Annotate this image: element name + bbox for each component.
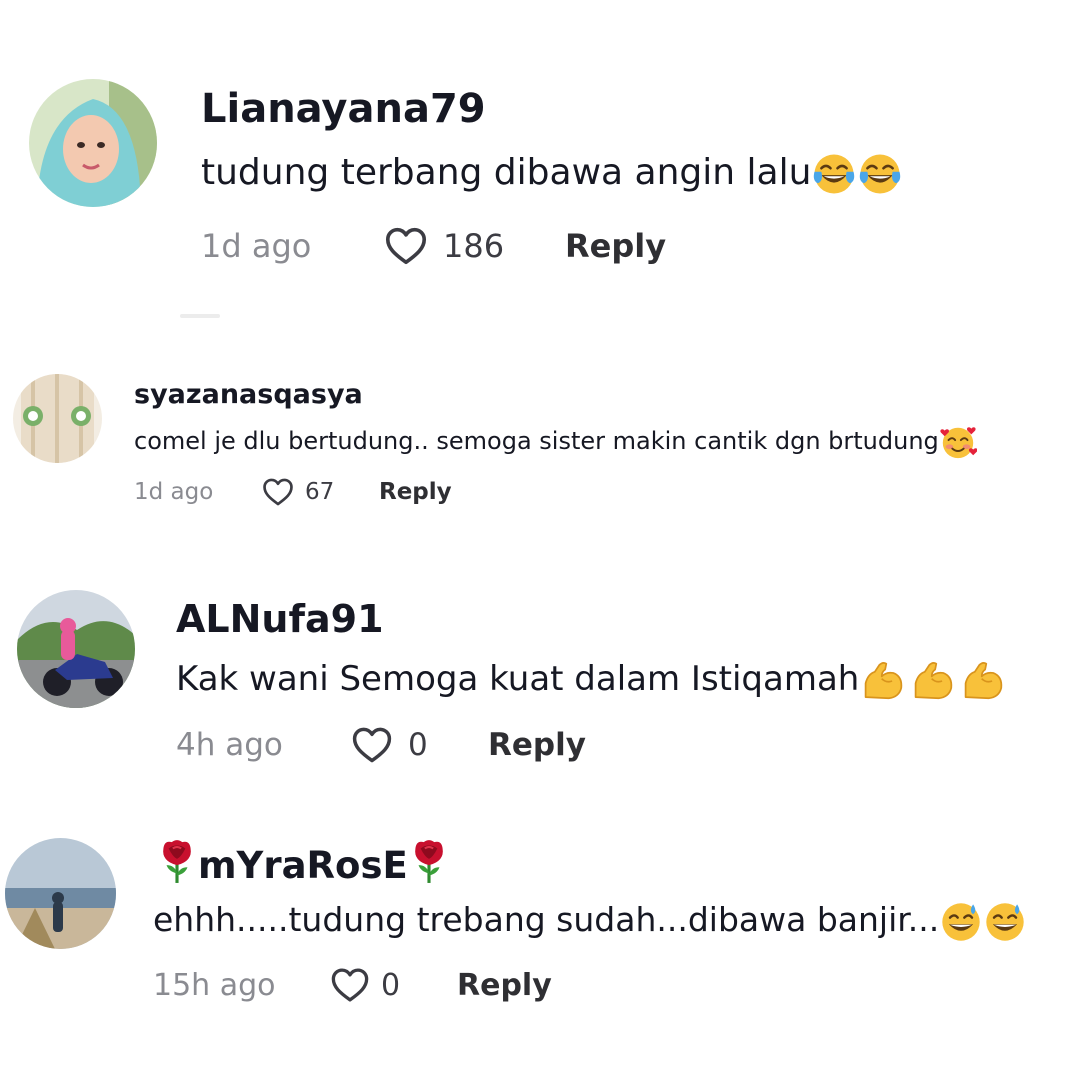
comment-body: tudung terbang dibawa angin lalu: [201, 152, 812, 193]
username[interactable]: mYraRosE: [156, 838, 450, 897]
avatar[interactable]: [13, 374, 102, 463]
comment-text: ehhh.....tudung trebang sudah...dibawa b…: [153, 897, 1027, 944]
rose-icon: [408, 838, 450, 897]
timestamp: 4h ago: [176, 727, 283, 763]
like-button[interactable]: 186: [383, 223, 565, 269]
username[interactable]: ALNufa91: [176, 596, 384, 642]
comment-meta: 1d ago 67 Reply: [134, 474, 452, 510]
avatar[interactable]: [5, 838, 116, 949]
avatar[interactable]: [17, 590, 135, 708]
tears-of-joy-icon: [811, 151, 857, 197]
flexed-biceps-icon: [959, 658, 1009, 704]
username[interactable]: Lianayana79: [201, 85, 486, 133]
tears-of-joy-icon: [857, 151, 903, 197]
comment-text: Kak wani Semoga kuat dalam Istiqamah: [176, 656, 1009, 704]
comment-meta: 1d ago 186 Reply: [201, 222, 666, 270]
comment-meta: 15h ago 0 Reply: [153, 962, 552, 1008]
timestamp: 1d ago: [201, 227, 312, 265]
flexed-biceps-icon: [909, 658, 959, 704]
timestamp: 1d ago: [134, 479, 214, 505]
comment-body: comel je dlu bertudung.. semoga sister m…: [134, 427, 939, 455]
like-count: 0: [408, 727, 428, 763]
reply-button[interactable]: Reply: [488, 727, 586, 763]
avatar[interactable]: [29, 79, 157, 207]
heart-icon: [383, 223, 429, 269]
grinning-sweat-icon: [983, 900, 1027, 944]
reply-button[interactable]: Reply: [457, 968, 552, 1003]
divider: [180, 314, 220, 318]
flexed-biceps-icon: [859, 658, 909, 704]
like-count: 0: [381, 967, 401, 1003]
like-count: 186: [443, 227, 505, 265]
comment-meta: 4h ago 0 Reply: [176, 722, 586, 768]
username-text: mYraRosE: [198, 844, 408, 887]
heart-icon: [261, 475, 295, 509]
rose-icon: [156, 838, 198, 897]
smiling-face-with-hearts-icon: [939, 423, 977, 461]
like-button[interactable]: 67: [261, 475, 379, 509]
username[interactable]: syazanasqasya: [134, 378, 363, 412]
comment-text: comel je dlu bertudung.. semoga sister m…: [134, 422, 977, 461]
like-button[interactable]: 0: [350, 723, 488, 767]
heart-icon: [329, 964, 371, 1006]
grinning-sweat-icon: [939, 900, 983, 944]
like-button[interactable]: 0: [329, 964, 457, 1006]
timestamp: 15h ago: [153, 967, 276, 1003]
reply-button[interactable]: Reply: [565, 227, 666, 265]
comment-text: tudung terbang dibawa angin lalu: [201, 150, 903, 197]
comment-body: Kak wani Semoga kuat dalam Istiqamah: [176, 659, 860, 699]
heart-icon: [350, 723, 394, 767]
like-count: 67: [305, 479, 335, 505]
comment-body: ehhh.....tudung trebang sudah...dibawa b…: [153, 900, 940, 939]
reply-button[interactable]: Reply: [379, 479, 452, 505]
